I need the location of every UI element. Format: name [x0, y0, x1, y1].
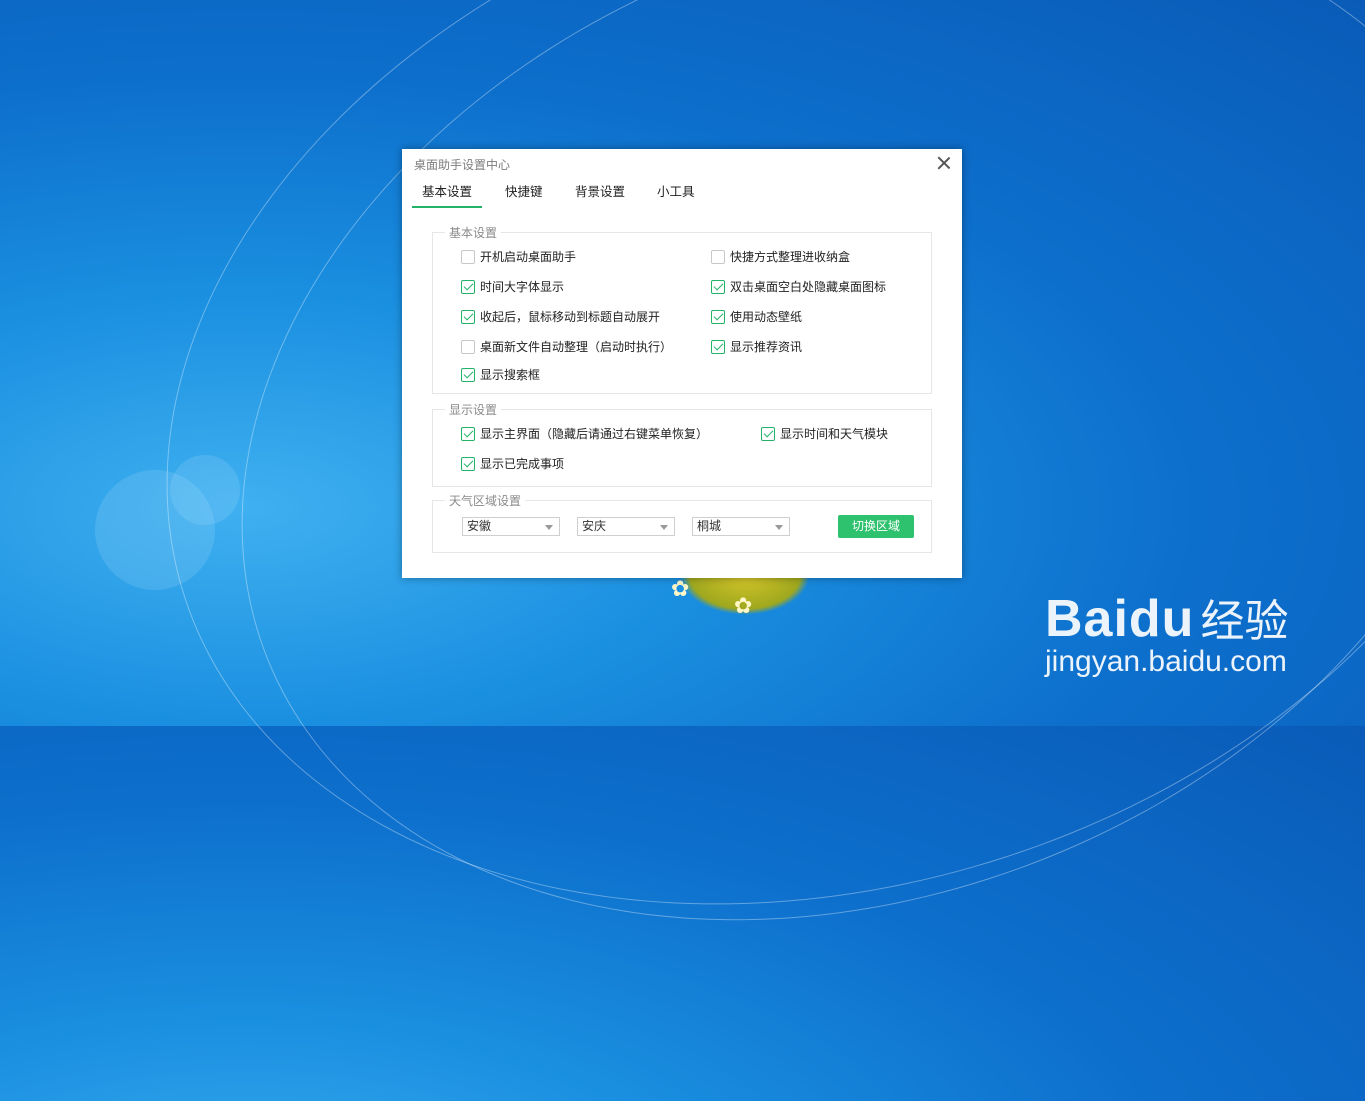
- checkbox[interactable]: [711, 249, 725, 264]
- basic-settings-group: 基本设置 开机启动桌面助手 快捷方式整理进收纳盒 时间大字体显示 双击桌面空白处…: [432, 224, 932, 394]
- checkbox-checked[interactable]: [461, 456, 475, 471]
- flower-petal-icon: ✿: [734, 594, 753, 619]
- weather-region-group: 天气区域设置 安徽 安庆 桐城 切换区域: [432, 492, 932, 553]
- checkbox-checked[interactable]: [711, 309, 725, 324]
- flower-petal-icon: ✿: [671, 577, 690, 602]
- option-recommend-news[interactable]: 显示推荐资讯: [711, 339, 802, 355]
- tab-widgets[interactable]: 小工具: [657, 181, 695, 200]
- option-doubleclick-hide[interactable]: 双击桌面空白处隐藏桌面图标: [711, 279, 886, 295]
- tab-shortcuts[interactable]: 快捷键: [505, 181, 543, 200]
- checkbox[interactable]: [461, 339, 475, 354]
- option-shortcut-tidy[interactable]: 快捷方式整理进收纳盒: [711, 249, 850, 265]
- county-select[interactable]: 桐城: [692, 517, 790, 536]
- province-select[interactable]: 安徽: [462, 517, 560, 536]
- checkbox-checked[interactable]: [461, 309, 475, 324]
- chevron-down-icon: [660, 525, 668, 530]
- option-show-main[interactable]: 显示主界面（隐藏后请通过右键菜单恢复）: [461, 426, 708, 442]
- close-icon[interactable]: [934, 153, 954, 173]
- dialog-title: 桌面助手设置中心: [414, 158, 511, 172]
- watermark-logo: Baidu: [1045, 590, 1195, 648]
- checkbox-checked[interactable]: [461, 367, 475, 382]
- checkbox-checked[interactable]: [711, 279, 725, 294]
- tab-background[interactable]: 背景设置: [575, 181, 625, 200]
- option-search-box[interactable]: 显示搜索框: [461, 367, 540, 383]
- option-auto-expand[interactable]: 收起后，鼠标移动到标题自动展开: [461, 309, 660, 325]
- watermark-cn: 经验: [1200, 596, 1289, 647]
- tab-basic[interactable]: 基本设置: [412, 181, 483, 208]
- settings-dialog: 桌面助手设置中心 基本设置 快捷键 背景设置 小工具 基本设置 开机启动桌面助手…: [402, 149, 962, 578]
- chevron-down-icon: [545, 525, 553, 530]
- display-settings-legend: 显示设置: [445, 401, 502, 418]
- checkbox-checked[interactable]: [711, 339, 725, 354]
- option-live-wallpaper[interactable]: 使用动态壁纸: [711, 309, 802, 325]
- option-large-time[interactable]: 时间大字体显示: [461, 279, 564, 295]
- option-completed-items[interactable]: 显示已完成事项: [461, 456, 564, 472]
- checkbox[interactable]: [461, 249, 475, 264]
- baidu-watermark: Baidu 经验 jingyan.baidu.com: [1045, 585, 1288, 679]
- checkbox-checked[interactable]: [461, 426, 475, 441]
- option-auto-organize[interactable]: 桌面新文件自动整理（启动时执行）: [461, 339, 672, 355]
- option-time-weather[interactable]: 显示时间和天气模块: [761, 426, 888, 442]
- basic-settings-legend: 基本设置: [445, 224, 502, 241]
- display-settings-group: 显示设置 显示主界面（隐藏后请通过右键菜单恢复） 显示时间和天气模块 显示已完成…: [432, 401, 932, 487]
- weather-region-legend: 天气区域设置: [445, 492, 526, 509]
- checkbox-checked[interactable]: [761, 426, 775, 441]
- city-select[interactable]: 安庆: [577, 517, 675, 536]
- chevron-down-icon: [775, 525, 783, 530]
- option-autostart[interactable]: 开机启动桌面助手: [461, 249, 576, 265]
- checkbox-checked[interactable]: [461, 279, 475, 294]
- switch-region-button[interactable]: 切换区域: [838, 515, 914, 538]
- watermark-url: jingyan.baidu.com: [1045, 645, 1287, 678]
